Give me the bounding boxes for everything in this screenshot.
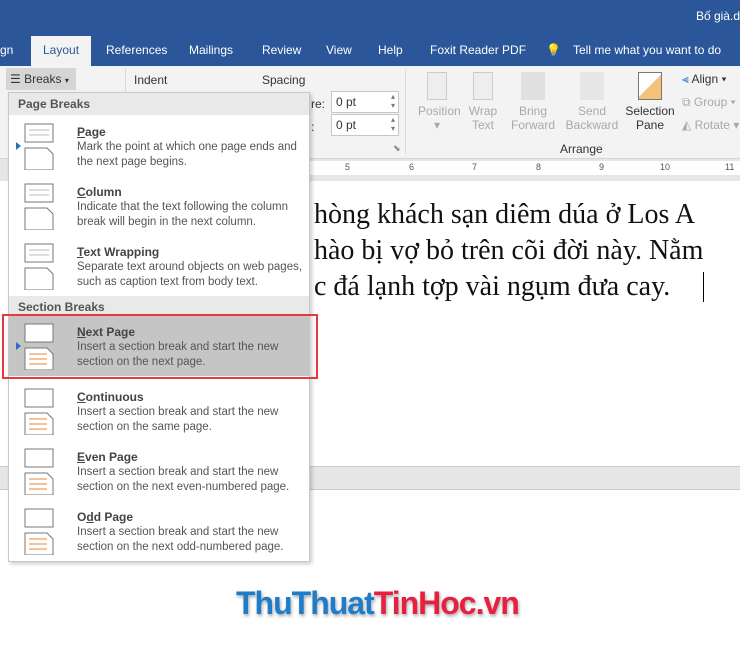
- spacing-after-input[interactable]: 0 pt: [331, 114, 399, 136]
- odd-page-icon: [23, 507, 57, 556]
- align-icon: ⫷: [682, 72, 689, 86]
- menu-item-description: Separate text around objects on web page…: [77, 261, 303, 288]
- doc-line: c đá lạnh tợp vài ngụm đưa cay.: [314, 271, 671, 302]
- spacing-label: Spacing: [262, 73, 306, 87]
- wrap-text-button[interactable]: Wrap Text: [466, 72, 500, 132]
- column-break-icon: [23, 182, 57, 231]
- selection-pane-icon: [638, 72, 662, 100]
- position-icon: [427, 72, 447, 100]
- tab-references[interactable]: References: [106, 36, 167, 66]
- menu-item-title: Even Page: [77, 450, 138, 464]
- tab-design[interactable]: gn: [0, 36, 13, 66]
- menu-item-title: Continuous: [77, 390, 144, 404]
- highlight-box: [2, 314, 318, 379]
- menu-item-description: Insert a section break and start the new…: [77, 466, 290, 493]
- lightbulb-icon: 💡: [546, 43, 561, 57]
- position-button[interactable]: Position ▾: [418, 72, 461, 132]
- rotate-button[interactable]: ◭ Rotate ▾: [682, 118, 739, 132]
- tab-foxit[interactable]: Foxit Reader PDF: [430, 36, 526, 66]
- rotate-icon: ◭: [682, 118, 692, 132]
- selection-pane-button[interactable]: Selection Pane: [624, 72, 676, 132]
- wrap-text-icon: [473, 72, 493, 100]
- text-cursor: [703, 272, 704, 302]
- group-button[interactable]: ⧉ Group ▾: [682, 95, 736, 110]
- send-backward-button[interactable]: Send Backward: [561, 72, 623, 132]
- menu-item-continuous[interactable]: Continuous Insert a section break and sta…: [9, 381, 309, 441]
- group-icon: ⧉: [682, 95, 691, 109]
- spacing-before-label: re:: [311, 97, 326, 111]
- indent-label: Indent: [134, 73, 168, 87]
- menu-item-description: Indicate that the text following the col…: [77, 201, 288, 228]
- page-breaks-header: Page Breaks: [9, 93, 309, 115]
- tab-review[interactable]: Review: [262, 36, 301, 66]
- menu-item-Odd-page[interactable]: Odd Page Insert a section break and start…: [9, 501, 309, 561]
- watermark-logo: ThuThuatTinHoc.vn: [236, 585, 520, 621]
- spacing-before-input[interactable]: 0 pt: [331, 91, 399, 113]
- menu-item-column[interactable]: Column Indicate that the text following t…: [9, 176, 309, 236]
- even-page-icon: [23, 447, 57, 496]
- menu-item-description: Mark the point at which one page ends an…: [77, 141, 297, 168]
- bring-forward-icon: [521, 72, 545, 100]
- menu-item-even-page[interactable]: Even Page Insert a section break and star…: [9, 441, 309, 501]
- selected-marker-icon: [16, 142, 21, 150]
- align-button[interactable]: ⫷ Align ▾: [682, 72, 727, 87]
- doc-line: hào bị vợ bỏ trên cõi đời này. Nằm: [314, 235, 704, 266]
- menu-item-title: Page: [77, 125, 106, 139]
- dialog-launcher-icon[interactable]: ⬊: [393, 143, 401, 154]
- tab-mailings[interactable]: Mailings: [189, 36, 233, 66]
- tab-view[interactable]: View: [326, 36, 352, 66]
- chevron-down-icon: ▾: [64, 76, 69, 85]
- menu-item-title: Column: [77, 185, 122, 199]
- bring-forward-button[interactable]: Bring Forward: [505, 72, 561, 132]
- ribbon-tabs: gn Layout References Mailings Review Vie…: [0, 36, 740, 66]
- tab-help[interactable]: Help: [378, 36, 403, 66]
- horizontal-ruler[interactable]: 5 6 7 8 9 10 11: [308, 161, 740, 175]
- title-bar: Bố già.d: [0, 0, 740, 36]
- send-backward-icon: [580, 72, 604, 100]
- tab-layout[interactable]: Layout: [31, 36, 92, 66]
- menu-item-description: Insert a section break and start the new…: [77, 406, 279, 433]
- document-page[interactable]: hòng khách sạn diêm dúa ở Los A hào bị v…: [308, 181, 740, 466]
- document-title: Bố già.d: [695, 9, 740, 23]
- continuous-icon: [23, 387, 57, 436]
- doc-line: hòng khách sạn diêm dúa ở Los A: [314, 199, 696, 230]
- tell-me-search[interactable]: Tell me what you want to do: [573, 36, 721, 66]
- menu-item-title: Odd Page: [77, 510, 134, 524]
- menu-item-title: Text Wrapping: [77, 245, 160, 259]
- menu-item-text-wrapping[interactable]: Text Wrapping Separate text around object…: [9, 236, 309, 296]
- menu-item-page[interactable]: Page Mark the point at which one page end…: [9, 116, 309, 176]
- menu-item-description: Insert a section break and start the new…: [77, 526, 284, 553]
- breaks-icon: ☰: [10, 72, 21, 86]
- arrange-group-label: Arrange: [560, 142, 603, 156]
- text-wrapping-icon: [23, 242, 57, 291]
- spacing-after-label: :: [311, 120, 315, 134]
- page-break-icon: [23, 122, 57, 171]
- breaks-button[interactable]: ☰ Breaks ▾: [6, 68, 76, 90]
